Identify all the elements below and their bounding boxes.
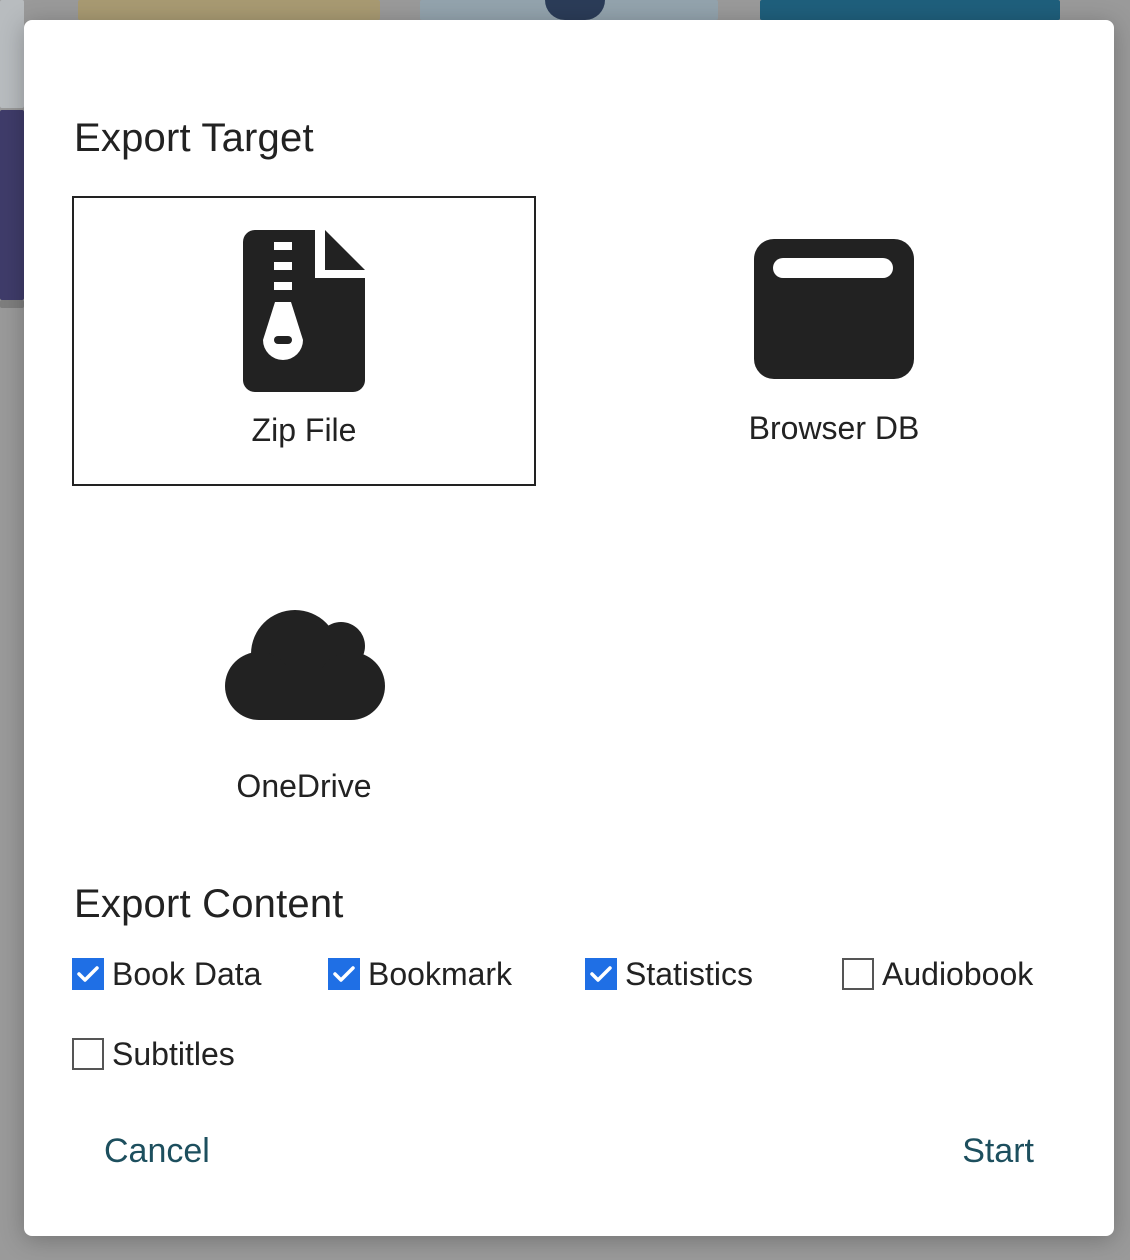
checkbox-checked-icon[interactable]: [72, 958, 104, 990]
background-book-cover: [0, 110, 24, 300]
checkbox-book-data[interactable]: Book Data: [72, 954, 261, 994]
checkbox-bookmark[interactable]: Bookmark: [328, 954, 512, 994]
background-book-cover: [0, 0, 24, 108]
cloud-icon: [72, 608, 536, 724]
zip-file-icon: [74, 230, 534, 392]
target-label: Browser DB: [748, 410, 920, 446]
target-browser-db[interactable]: Browser DB: [602, 196, 1066, 486]
background-book-cover: [78, 0, 380, 20]
target-zip-file[interactable]: Zip File: [72, 196, 536, 486]
export-dialog: Export Target Zip File Browser DB OneDri…: [24, 20, 1114, 1236]
checkbox-statistics[interactable]: Statistics: [585, 954, 753, 994]
start-button[interactable]: Start: [962, 1132, 1034, 1171]
checkbox-label: Bookmark: [368, 955, 513, 992]
checkbox-audiobook[interactable]: Audiobook: [842, 954, 1033, 994]
checkbox-checked-icon[interactable]: [585, 958, 617, 990]
target-label: OneDrive: [236, 768, 372, 804]
checkbox-subtitles[interactable]: Subtitles: [72, 1034, 235, 1074]
export-target-title: Export Target: [74, 116, 314, 160]
checkbox-unchecked-icon[interactable]: [842, 958, 874, 990]
background-book-cover: [760, 0, 1060, 20]
checkbox-label: Audiobook: [882, 955, 1034, 992]
target-onedrive[interactable]: OneDrive: [72, 552, 536, 842]
browser-window-icon: [602, 238, 1066, 380]
export-content-options: Book Data Bookmark Statistics Audiobook …: [72, 954, 1072, 1094]
checkbox-checked-icon[interactable]: [328, 958, 360, 990]
target-label: Zip File: [251, 412, 357, 448]
checkbox-label: Subtitles: [112, 1035, 235, 1072]
cancel-button[interactable]: Cancel: [104, 1132, 210, 1171]
checkbox-unchecked-icon[interactable]: [72, 1038, 104, 1070]
background-book-cover: [0, 300, 24, 308]
export-content-title: Export Content: [74, 882, 344, 926]
checkbox-label: Statistics: [625, 955, 754, 992]
checkbox-label: Book Data: [112, 955, 262, 992]
